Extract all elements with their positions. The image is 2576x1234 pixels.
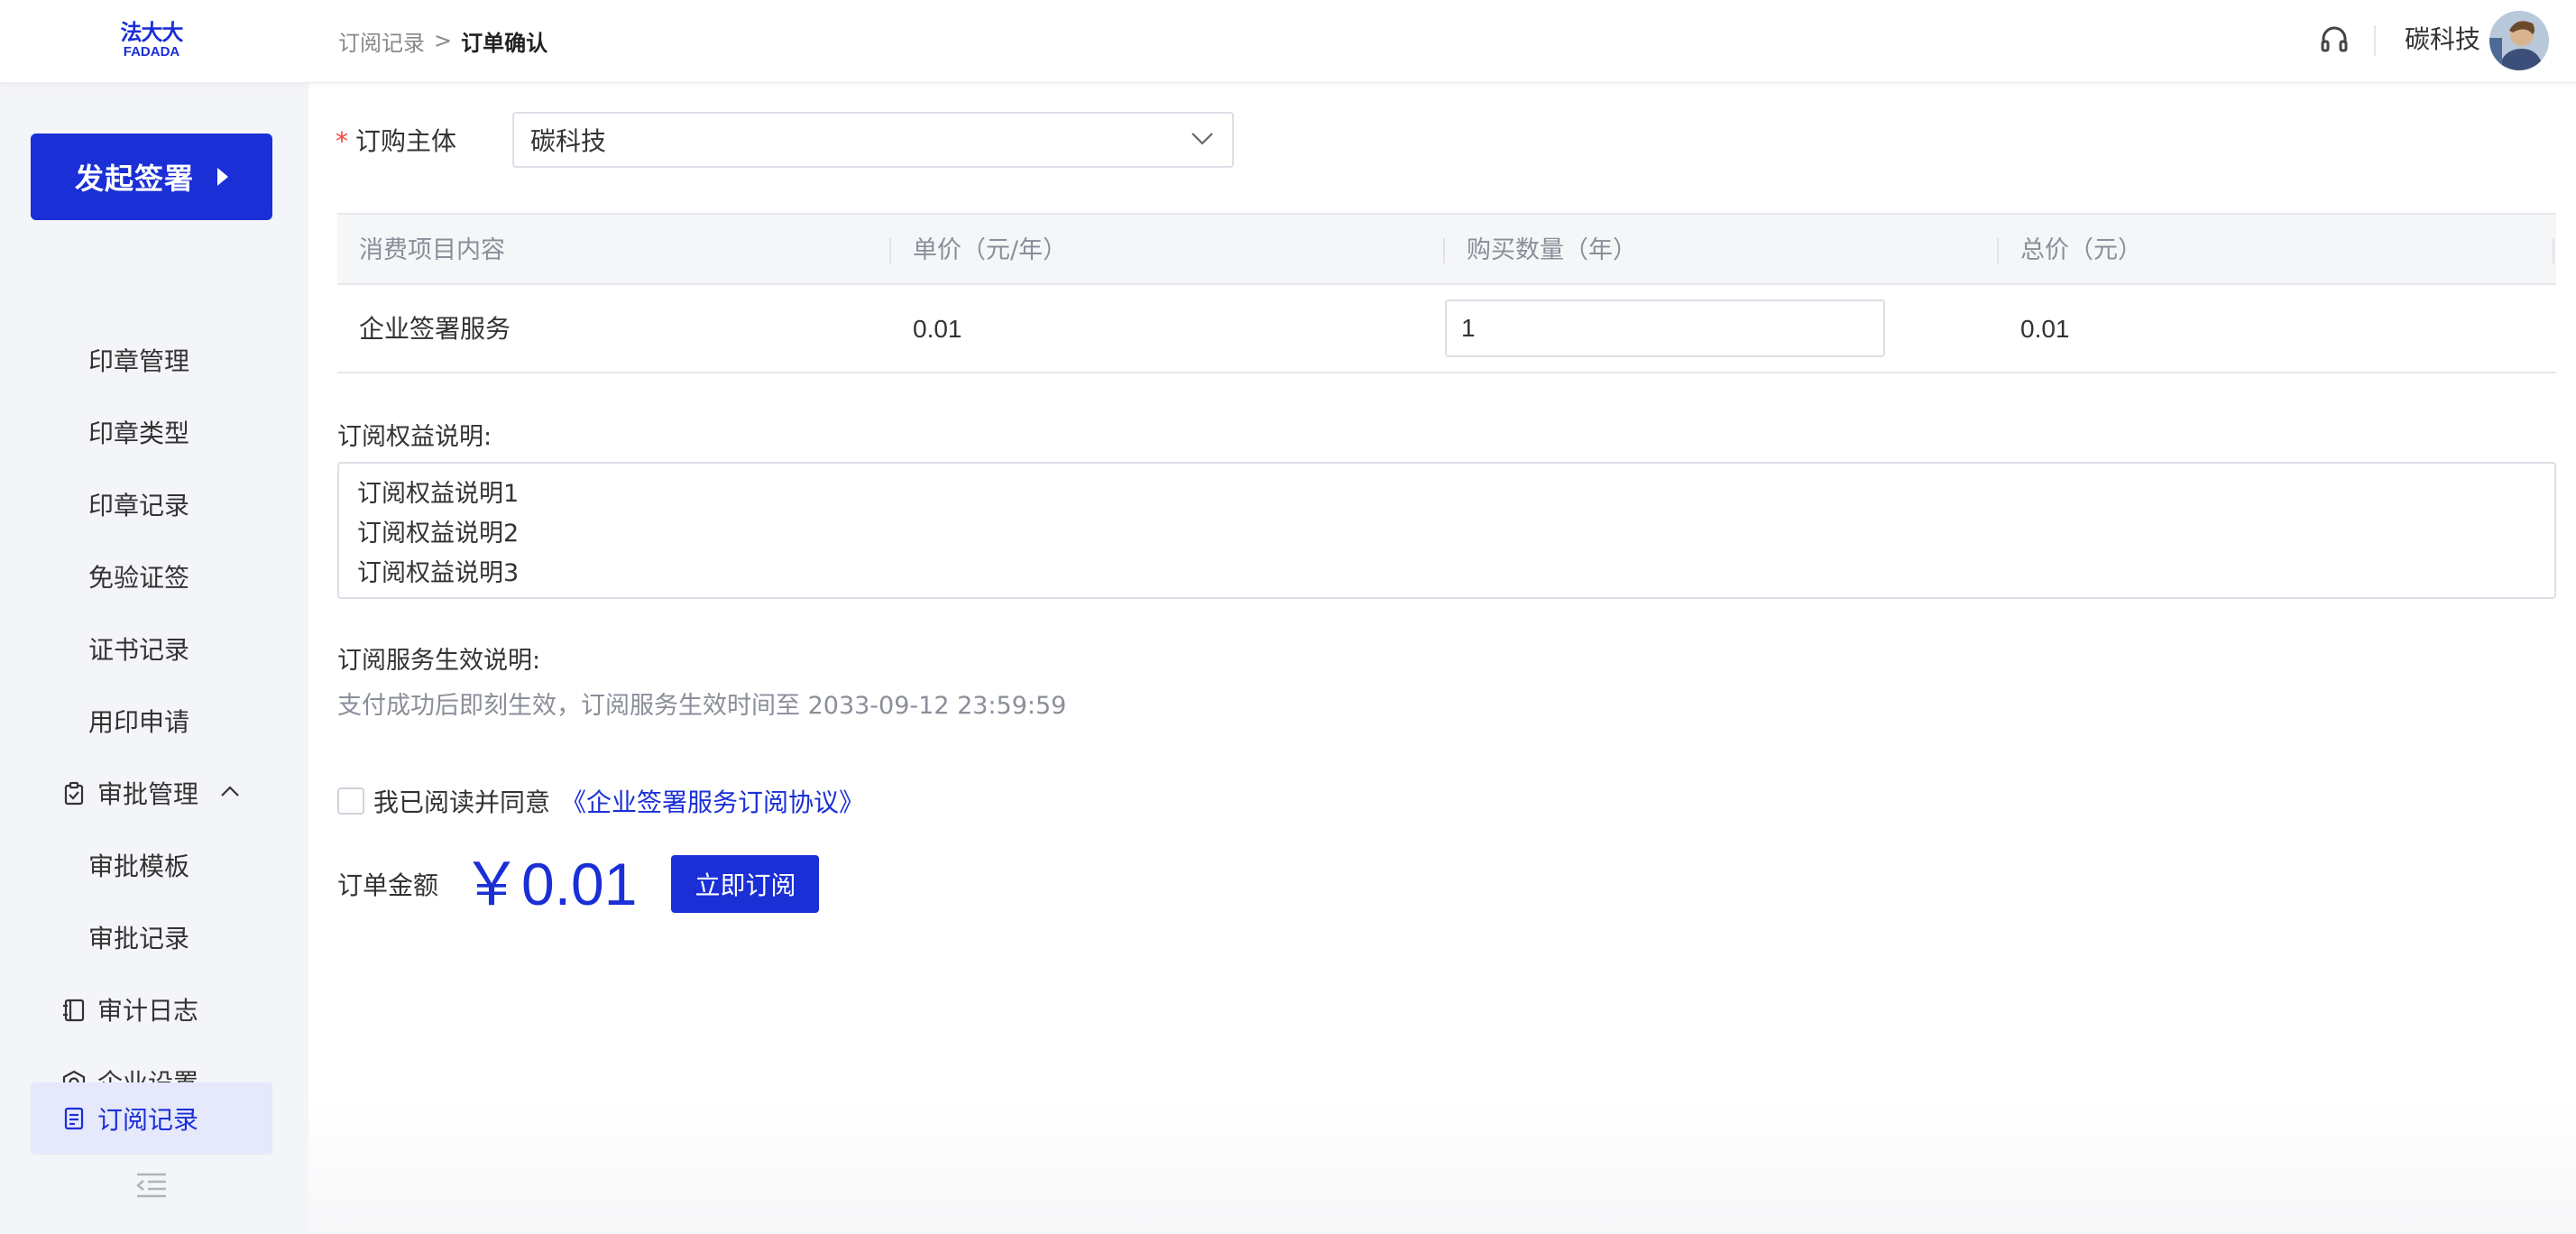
cell-item: 企业签署服务 <box>359 314 511 344</box>
breadcrumb-separator: > <box>434 28 453 53</box>
sidebar: 发起签署 印章管理 印章类型 印章记录 免验证签 证书记录 用印申请 审批管理 … <box>0 83 308 1234</box>
sidebar-item-label: 免验证签 <box>88 563 190 593</box>
sidebar-item-label: 订阅记录 <box>97 1105 199 1135</box>
sidebar-item-approval-records[interactable]: 审批记录 <box>31 902 272 972</box>
breadcrumb: 订阅记录 > 订单确认 <box>338 25 547 56</box>
subject-label-text: 订购主体 <box>355 126 457 156</box>
quantity-input[interactable]: 1 <box>1445 299 1885 357</box>
subject-select[interactable]: 碳科技 <box>512 112 1234 168</box>
sidebar-item-seal-application[interactable]: 用印申请 <box>31 686 272 756</box>
sidebar-item-seal-types[interactable]: 印章类型 <box>31 397 272 467</box>
sidebar-item-seal-management[interactable]: 印章管理 <box>31 325 272 395</box>
table-header: 消费项目内容 单价（元/年） 购买数量（年） 总价（元） <box>337 213 2556 285</box>
subscribe-now-button[interactable]: 立即订阅 <box>671 855 820 913</box>
clipboard-check-icon <box>64 781 84 806</box>
agreement-link[interactable]: 《企业签署服务订阅协议》 <box>561 783 864 819</box>
order-amount-value: ￥0.01 <box>462 851 638 917</box>
column-header-unit-price: 单价（元/年） <box>913 236 1068 264</box>
order-amount-label: 订单金额 <box>337 870 439 900</box>
fadada-logo[interactable]: 法大大 FADADA <box>115 20 188 61</box>
sidebar-item-label: 审批模板 <box>88 852 190 881</box>
document-list-icon <box>64 1107 84 1130</box>
benefits-box: 订阅权益说明1 订阅权益说明2 订阅权益说明3 <box>337 462 2556 599</box>
sidebar-item-label: 审批管理 <box>97 779 199 809</box>
sidebar-item-label: 审批记录 <box>88 924 190 953</box>
benefits-title: 订阅权益说明: <box>337 423 492 451</box>
collapse-sidebar-icon[interactable] <box>133 1171 170 1200</box>
sidebar-item-label: 印章类型 <box>88 419 190 448</box>
subject-select-value: 碳科技 <box>530 126 607 156</box>
sidebar-item-label: 用印申请 <box>88 707 190 737</box>
avatar-image <box>2489 11 2549 70</box>
sidebar-item-seal-records[interactable]: 印章记录 <box>31 469 272 539</box>
sidebar-item-label: 审计日志 <box>97 996 199 1026</box>
main-content: * 订购主体 碳科技 消费项目内容 单价（元/年） 购买数量（年） 总价（元） 企… <box>308 83 2576 1234</box>
column-divider <box>889 238 891 263</box>
benefit-line: 订阅权益说明1 <box>357 480 520 508</box>
sidebar-item-label: 证书记录 <box>88 635 190 665</box>
header-divider <box>2374 25 2376 56</box>
logo-cn-text: 法大大 <box>120 20 184 45</box>
benefit-line: 订阅权益说明2 <box>357 520 520 548</box>
sidebar-item-audit-log[interactable]: 审计日志 <box>31 974 272 1045</box>
column-divider <box>1443 238 1445 263</box>
sidebar-item-auto-sign[interactable]: 免验证签 <box>31 541 272 612</box>
column-header-total: 总价（元） <box>2020 236 2142 264</box>
table-row: 企业签署服务 0.01 1 0.01 <box>337 285 2556 373</box>
caret-right-icon <box>217 168 228 186</box>
benefit-line: 订阅权益说明3 <box>357 559 520 587</box>
breadcrumb-parent-link[interactable]: 订阅记录 <box>338 25 425 57</box>
sidebar-item-approval-management[interactable]: 审批管理 <box>31 758 272 828</box>
effect-description: 支付成功后即刻生效，订阅服务生效时间至 2033-09-12 23:59:59 <box>337 692 1067 720</box>
agreement-text: 我已阅读并同意 <box>373 787 551 817</box>
headset-icon[interactable] <box>2318 23 2351 56</box>
logo-en-text: FADADA <box>123 44 180 60</box>
current-company-name[interactable]: 碳科技 <box>2405 23 2480 56</box>
subject-field: * 订购主体 碳科技 <box>336 112 1234 168</box>
column-header-item: 消费项目内容 <box>359 236 505 264</box>
sidebar-item-label: 印章记录 <box>88 491 190 520</box>
agreement-row: 我已阅读并同意 《企业签署服务订阅协议》 <box>337 785 864 817</box>
avatar[interactable] <box>2489 11 2549 70</box>
sidebar-item-subscription-records[interactable]: 订阅记录 <box>31 1082 272 1155</box>
start-signing-button[interactable]: 发起签署 <box>31 134 272 220</box>
cell-unit-price: 0.01 <box>913 315 962 343</box>
agreement-checkbox[interactable] <box>337 787 364 815</box>
notebook-icon <box>63 999 85 1022</box>
sidebar-item-label: 印章管理 <box>88 346 190 376</box>
column-divider <box>2553 238 2554 263</box>
order-table: 消费项目内容 单价（元/年） 购买数量（年） 总价（元） 企业签署服务 0.01… <box>337 213 2556 373</box>
column-header-quantity: 购买数量（年） <box>1467 236 1637 264</box>
chevron-down-icon <box>1191 133 1213 145</box>
order-summary: 订单金额 ￥0.01 立即订阅 <box>337 848 820 920</box>
sidebar-item-certificate-records[interactable]: 证书记录 <box>31 613 272 684</box>
start-signing-label: 发起签署 <box>74 161 194 196</box>
chevron-up-icon[interactable] <box>220 785 240 797</box>
column-divider <box>1997 238 1999 263</box>
sidebar-item-approval-templates[interactable]: 审批模板 <box>31 830 272 900</box>
required-mark: * <box>336 126 348 156</box>
subject-label: * 订购主体 <box>336 122 456 158</box>
top-header: 法大大 FADADA 订阅记录 > 订单确认 碳科技 <box>0 0 2576 83</box>
effect-title: 订阅服务生效说明: <box>337 647 541 675</box>
cell-total: 0.01 <box>2020 315 2070 343</box>
breadcrumb-current: 订单确认 <box>461 30 548 56</box>
